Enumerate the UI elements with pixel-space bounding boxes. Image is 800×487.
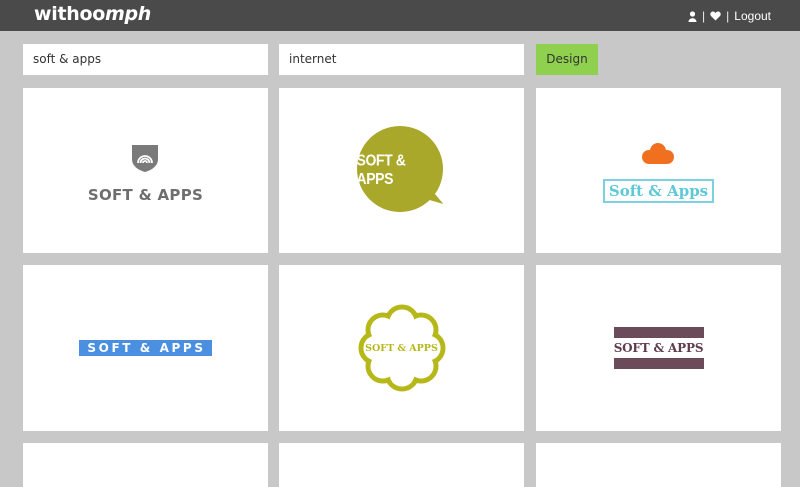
heart-icon[interactable]	[710, 11, 721, 21]
logo-preview: SOFT & APPS	[88, 143, 203, 204]
design-button[interactable]: Design	[536, 44, 598, 75]
cloud-icon	[640, 142, 676, 171]
logo-card[interactable]: SOFT & APPS	[23, 265, 268, 431]
nav-separator: |	[702, 9, 706, 23]
logo-card[interactable]	[536, 443, 781, 487]
logo-bar-bottom	[613, 358, 704, 369]
nav-separator: |	[726, 9, 730, 23]
logo-card[interactable]	[279, 443, 524, 487]
logo-card[interactable]: SOFT & APPS	[279, 88, 524, 253]
logo-text: SOFT & APPS	[356, 150, 406, 187]
top-navigation-bar: withoomph | | Logout	[0, 0, 800, 31]
logo-bar-top	[613, 327, 704, 338]
logo-preview: Soft & Apps	[602, 142, 715, 203]
logo-card[interactable]: SOFT & APPS	[279, 265, 524, 431]
logout-link[interactable]: Logout	[734, 9, 771, 23]
logo-preview: SOFT & APPS	[356, 302, 448, 394]
logo-card[interactable]: SOFT & APPS	[23, 88, 268, 253]
shield-wifi-icon	[129, 143, 161, 178]
logo-text: SOFT & APPS	[613, 341, 704, 355]
logo-card[interactable]: Soft & Apps	[536, 88, 781, 253]
category-input[interactable]: internet	[279, 44, 524, 75]
keyword-input[interactable]: soft & apps	[23, 44, 268, 75]
user-icon[interactable]	[688, 10, 697, 22]
logo-card[interactable]	[23, 443, 268, 487]
logo-preview: SOFT & APPS	[613, 327, 704, 369]
brand-logo-text-italic: mph	[104, 3, 152, 25]
user-navigation: | | Logout	[688, 9, 771, 23]
logo-text: SOFT & APPS	[365, 342, 438, 354]
logo-preview: SOFT & APPS	[79, 340, 212, 356]
logo-preview: SOFT & APPS	[356, 125, 447, 216]
brand-logo-text: withoo	[34, 3, 105, 25]
logo-text: Soft & Apps	[602, 179, 715, 203]
logo-text: SOFT & APPS	[79, 340, 212, 356]
logo-text: SOFT & APPS	[87, 186, 204, 204]
logo-card[interactable]: SOFT & APPS	[536, 265, 781, 431]
brand-logo[interactable]: withoomph	[34, 3, 151, 25]
